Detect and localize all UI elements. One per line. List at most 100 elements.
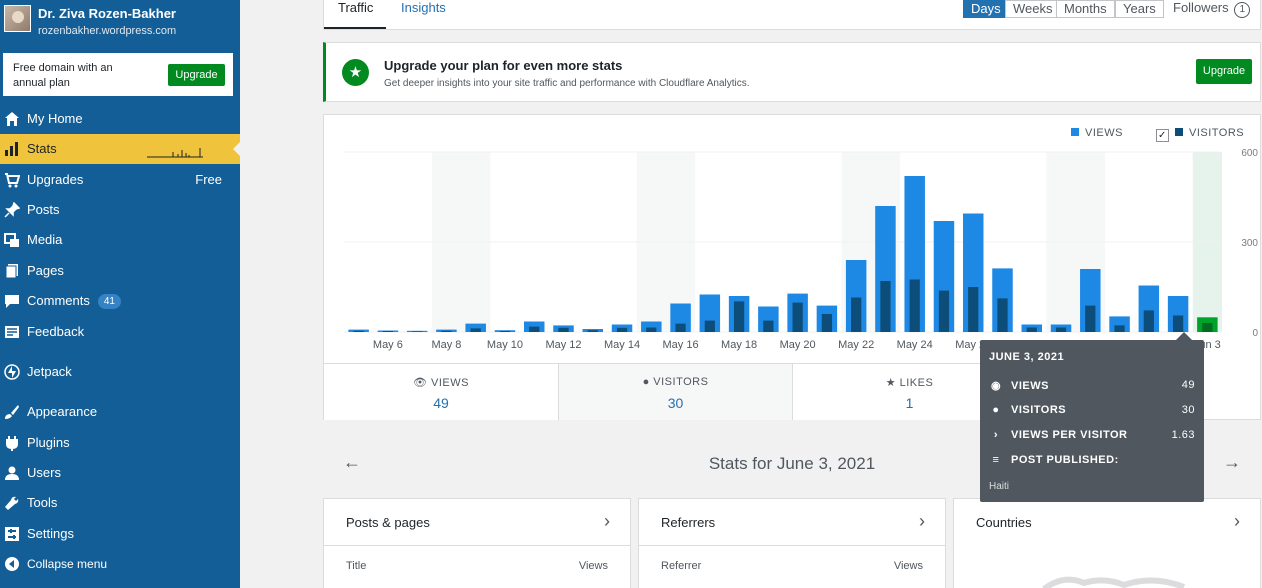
tab-insights[interactable]: Insights <box>387 0 460 29</box>
sidebar-item-label: Users <box>27 465 61 480</box>
visitors-bar[interactable] <box>909 279 920 333</box>
comment-count-badge: 41 <box>97 294 121 310</box>
visitors-bar[interactable] <box>997 298 1008 332</box>
column-header-title: Title <box>346 560 367 572</box>
visitors-bar[interactable] <box>1172 315 1184 333</box>
visitors-bar[interactable] <box>558 327 569 332</box>
collapse-icon <box>5 557 19 571</box>
media-icon <box>4 233 19 247</box>
visitors-bar[interactable] <box>821 314 833 332</box>
visitors-bar[interactable] <box>880 281 891 332</box>
posts-pages-card[interactable]: Posts & pages › Title Views <box>323 498 631 588</box>
tooltip-post-title: Haiti <box>989 481 1010 492</box>
plan-label: Free <box>195 172 222 187</box>
sidebar-item-plugins[interactable]: Plugins <box>0 428 240 458</box>
sidebar-item-stats[interactable]: Stats <box>0 134 240 164</box>
stats-icon <box>5 142 18 156</box>
sidebar-item-feedback[interactable]: Feedback <box>0 317 240 347</box>
sidebar-item-label: My Home <box>27 111 83 126</box>
comment-icon <box>5 295 19 308</box>
sidebar-item-pages[interactable]: Pages <box>0 256 240 286</box>
cart-icon <box>5 173 20 188</box>
tooltip-row-post-published: ≡ POST PUBLISHED: <box>989 454 1195 466</box>
card-title: Referrers <box>661 515 716 530</box>
pin-icon <box>4 202 20 218</box>
site-header[interactable]: Dr. Ziva Rozen-Bakher rozenbakher.wordpr… <box>0 0 240 46</box>
arrow-right-icon[interactable]: → <box>1223 452 1241 473</box>
period-weeks-button[interactable]: Weeks <box>1005 0 1061 18</box>
summary-views-value: 49 <box>433 395 449 411</box>
column-header-views: Views <box>893 560 923 572</box>
x-tick-label: May 22 <box>838 339 874 351</box>
summary-tab-views[interactable]: 👁 VIEWS 49 <box>324 363 559 420</box>
visitors-bar[interactable] <box>382 331 394 332</box>
visitors-bar[interactable] <box>441 330 452 332</box>
period-days-button[interactable]: Days <box>963 0 1009 18</box>
visitors-bar[interactable] <box>968 287 979 332</box>
sidebar-item-label: Plugins <box>27 435 70 450</box>
summary-tab-visitors[interactable]: ● VISITORS 30 <box>559 363 793 420</box>
tooltip-row-views-per-visitor: › VIEWS PER VISITOR 1.63 <box>989 429 1195 441</box>
sidebar-item-settings[interactable]: Settings <box>0 519 240 549</box>
banner-upgrade-button[interactable]: Upgrade <box>1196 59 1252 84</box>
chevron-right-icon[interactable]: › <box>1234 511 1240 532</box>
visitors-bar[interactable] <box>1202 323 1213 332</box>
sidebar-item-label: Jetpack <box>27 364 72 379</box>
tab-traffic[interactable]: Traffic <box>324 0 386 29</box>
sidebar-item-jetpack[interactable]: Jetpack <box>0 357 240 387</box>
sidebar-item-users[interactable]: Users <box>0 458 240 488</box>
visitors-bar[interactable] <box>470 328 481 332</box>
collapse-menu-button[interactable]: Collapse menu <box>0 549 240 579</box>
y-tick-label: 600 <box>1241 148 1258 159</box>
period-months-button[interactable]: Months <box>1056 0 1115 18</box>
visitors-bar[interactable] <box>646 327 657 333</box>
visitors-bar[interactable] <box>851 297 862 333</box>
card-title: Posts & pages <box>346 515 430 530</box>
visitors-bar[interactable] <box>1114 325 1125 332</box>
sidebar-item-upgrades[interactable]: Upgrades Free <box>0 165 240 195</box>
followers-link[interactable]: Followers 1 <box>1173 0 1251 18</box>
sidebar-item-media[interactable]: Media <box>0 225 240 255</box>
x-tick-label: May 14 <box>604 339 640 351</box>
sidebar-item-my-home[interactable]: My Home <box>0 104 240 134</box>
visitors-bar[interactable] <box>733 301 745 332</box>
visitors-bar[interactable] <box>704 320 715 332</box>
visitors-bar[interactable] <box>1085 305 1096 332</box>
visitors-bar[interactable] <box>353 330 364 332</box>
promo-upgrade-button[interactable]: Upgrade <box>168 64 225 86</box>
sidebar-item-comments[interactable]: Comments 41 <box>0 286 240 316</box>
visitors-bar[interactable] <box>675 323 686 332</box>
visitors-bar[interactable] <box>938 290 950 332</box>
card-title: Countries <box>976 515 1032 530</box>
chevron-right-icon[interactable]: › <box>919 511 925 532</box>
visitors-bar[interactable] <box>1055 327 1067 333</box>
chevron-right-icon[interactable]: › <box>604 511 610 532</box>
period-years-button[interactable]: Years <box>1115 0 1164 18</box>
visitors-bar[interactable] <box>763 320 774 332</box>
user-icon <box>5 466 19 480</box>
sidebar: Dr. Ziva Rozen-Bakher rozenbakher.wordpr… <box>0 0 240 588</box>
feedback-icon <box>5 326 19 338</box>
sidebar-item-label: Comments 41 <box>27 286 121 316</box>
visitors-bar[interactable] <box>616 327 628 332</box>
tooltip-row-views: ◉ VIEWS 49 <box>990 379 1195 392</box>
y-tick-label: 0 <box>1252 328 1258 339</box>
visitors-bar[interactable] <box>529 326 540 332</box>
sidebar-item-posts[interactable]: Posts <box>0 195 240 225</box>
visitors-bar[interactable] <box>1143 310 1154 332</box>
visitors-bar[interactable] <box>412 331 423 332</box>
sidebar-item-label: Upgrades <box>27 172 84 187</box>
visitors-bar[interactable] <box>792 302 803 332</box>
visitors-bar[interactable] <box>587 330 598 332</box>
views-chart[interactable]: 600 300 0 May 6 May 8 May 10 May 12 May 14 May 1… <box>324 115 1262 360</box>
summary-visitors-value: 30 <box>667 395 684 411</box>
x-tick-label: May 6 <box>373 339 403 351</box>
referrers-card[interactable]: Referrers › Referrer Views <box>638 498 946 588</box>
sparkline-icon <box>147 148 203 158</box>
sidebar-item-appearance[interactable]: Appearance <box>0 397 240 427</box>
visitors-bar[interactable] <box>1026 327 1037 333</box>
sidebar-item-tools[interactable]: Tools <box>0 488 240 518</box>
countries-card[interactable]: Countries › <box>953 498 1261 588</box>
sidebar-item-label: Collapse menu <box>27 557 108 571</box>
visitors-bar[interactable] <box>499 331 511 332</box>
